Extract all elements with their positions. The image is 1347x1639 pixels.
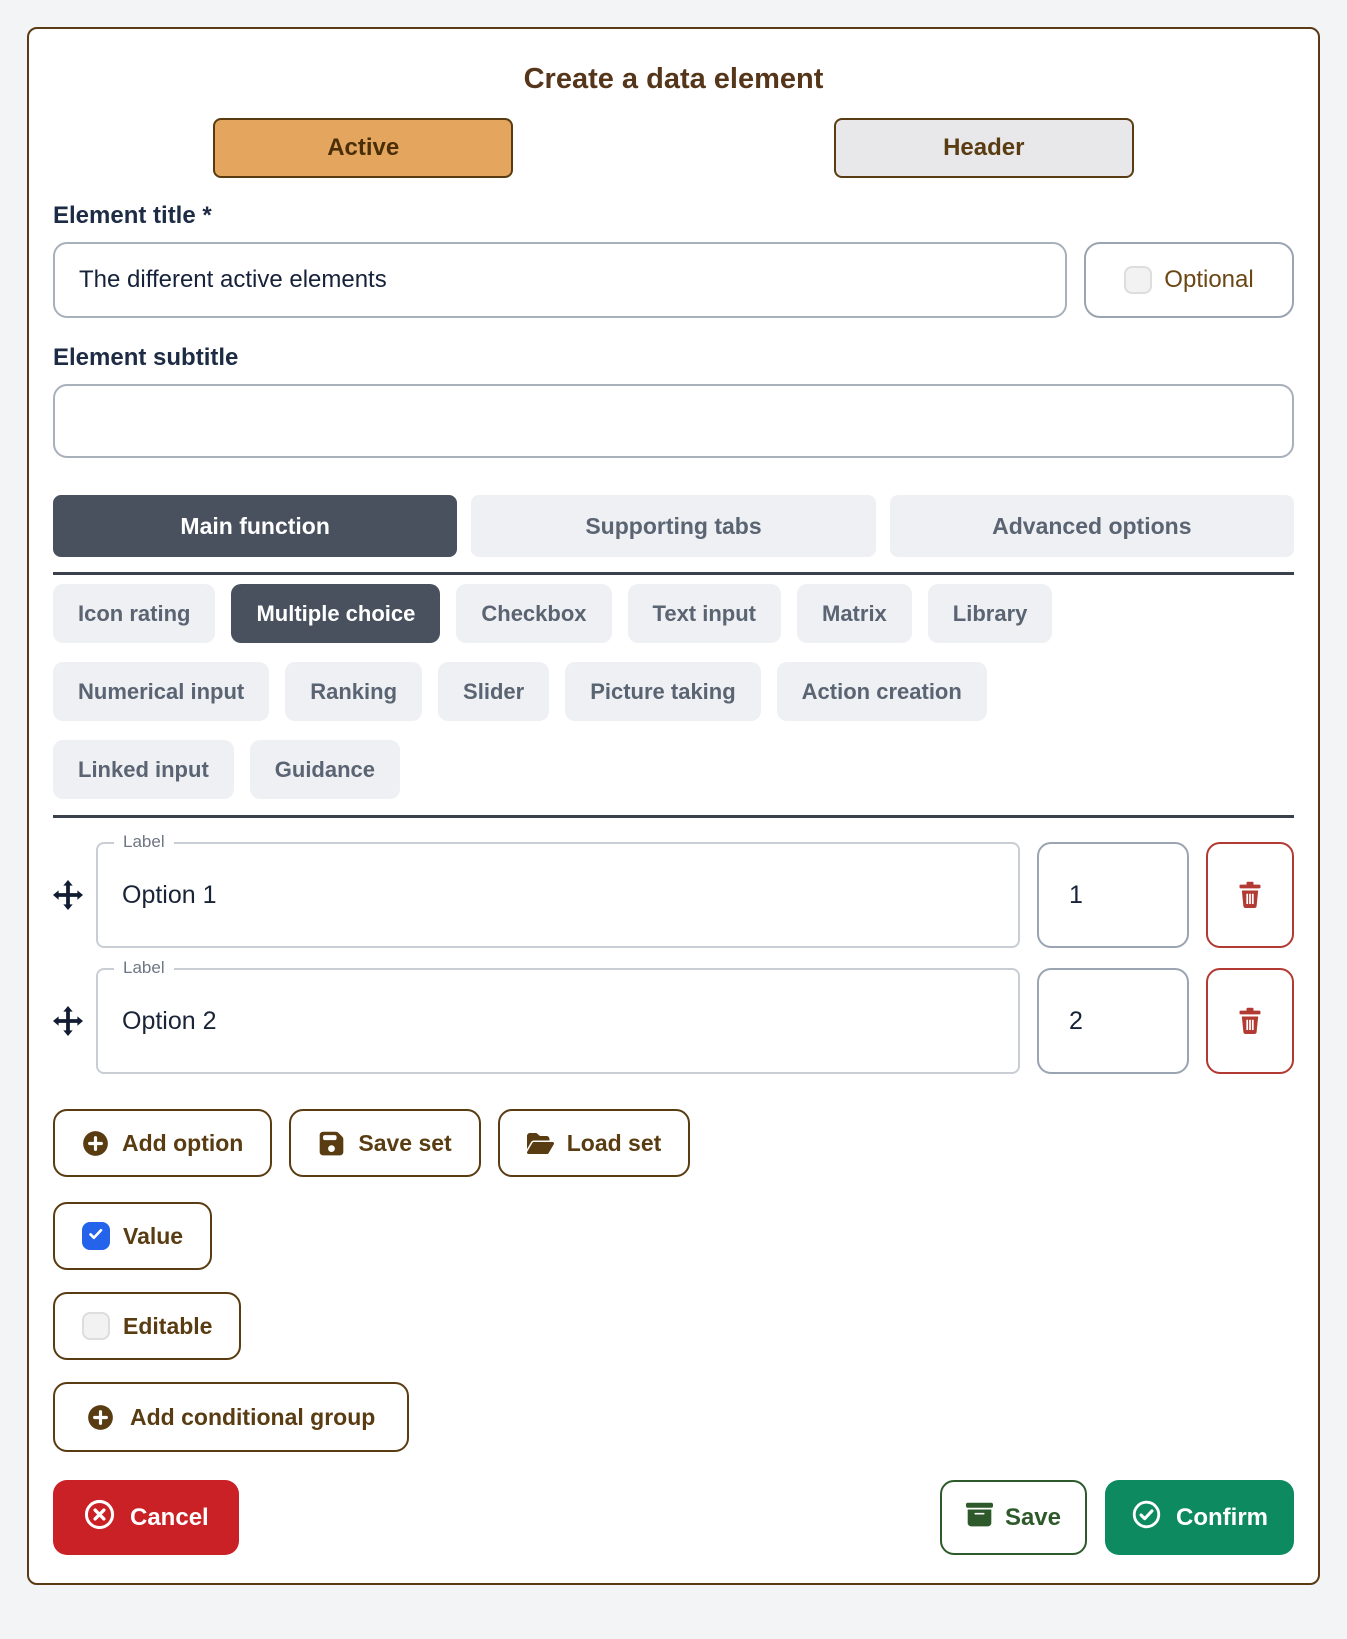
optional-checkbox[interactable]: [1124, 266, 1152, 294]
chip-linked-input[interactable]: Linked input: [53, 740, 234, 799]
cancel-button[interactable]: Cancel: [53, 1480, 239, 1555]
value-toggle-row: Value: [53, 1202, 1294, 1270]
value-toggle[interactable]: Value: [53, 1202, 212, 1270]
add-option-label: Add option: [122, 1130, 243, 1157]
chip-multiple-choice[interactable]: Multiple choice: [231, 584, 440, 643]
element-title-label: Element title *: [53, 202, 1294, 230]
check-icon: [86, 1223, 106, 1250]
element-title-row: Optional: [53, 242, 1294, 318]
option-value-input[interactable]: [1037, 842, 1189, 948]
function-chips-row-1: Icon rating Multiple choice Checkbox Tex…: [53, 584, 1294, 643]
editable-toggle-row: Editable: [53, 1292, 1294, 1360]
option-row-2: Label: [53, 968, 1294, 1074]
load-set-label: Load set: [567, 1130, 662, 1157]
option-label-input[interactable]: [98, 970, 1018, 1072]
chip-numerical-input[interactable]: Numerical input: [53, 662, 269, 721]
element-title-input[interactable]: [53, 242, 1067, 318]
circle-x-icon: [83, 1498, 116, 1538]
create-data-element-dialog: Create a data element Active Header Elem…: [27, 27, 1320, 1585]
chip-guidance[interactable]: Guidance: [250, 740, 400, 799]
floppy-disk-icon: [318, 1130, 345, 1157]
option-label-fieldset: Label: [96, 842, 1020, 948]
chip-action-creation[interactable]: Action creation: [777, 662, 987, 721]
option-label-legend: Label: [114, 832, 174, 852]
add-conditional-group-label: Add conditional group: [130, 1404, 375, 1431]
chip-text-input[interactable]: Text input: [628, 584, 781, 643]
option-label-input[interactable]: [98, 844, 1018, 946]
editable-checkbox[interactable]: [82, 1312, 110, 1340]
confirm-label: Confirm: [1176, 1504, 1268, 1532]
tab-bar: Main function Supporting tabs Advanced o…: [53, 495, 1294, 557]
box-archive-icon: [966, 1501, 993, 1535]
plus-circle-icon: [87, 1404, 114, 1431]
save-set-label: Save set: [358, 1130, 451, 1157]
chip-checkbox[interactable]: Checkbox: [456, 584, 611, 643]
element-type-toggle-row: Active Header: [53, 118, 1294, 178]
cancel-label: Cancel: [130, 1504, 209, 1532]
value-label: Value: [123, 1223, 183, 1250]
load-set-button[interactable]: Load set: [498, 1109, 691, 1177]
option-actions-row: Add option Save set Load set: [53, 1109, 1294, 1177]
plus-circle-icon: [82, 1130, 109, 1157]
header-type-button[interactable]: Header: [834, 118, 1134, 178]
value-checkbox[interactable]: [82, 1222, 110, 1250]
chip-matrix[interactable]: Matrix: [797, 584, 912, 643]
active-type-button[interactable]: Active: [213, 118, 513, 178]
save-set-button[interactable]: Save set: [289, 1109, 480, 1177]
save-button[interactable]: Save: [940, 1480, 1087, 1555]
chip-icon-rating[interactable]: Icon rating: [53, 584, 215, 643]
dialog-footer: Cancel Save Confirm: [53, 1480, 1294, 1555]
add-conditional-group-button[interactable]: Add conditional group: [53, 1382, 409, 1452]
conditional-group-row: Add conditional group: [53, 1382, 1294, 1452]
chip-picture-taking[interactable]: Picture taking: [565, 662, 760, 721]
delete-option-button[interactable]: [1206, 968, 1294, 1074]
chip-ranking[interactable]: Ranking: [285, 662, 422, 721]
tab-advanced-options[interactable]: Advanced options: [890, 495, 1294, 557]
circle-check-icon: [1131, 1499, 1162, 1537]
move-icon[interactable]: [53, 880, 83, 910]
tab-supporting-tabs[interactable]: Supporting tabs: [471, 495, 875, 557]
trash-icon: [1236, 880, 1264, 911]
function-chips-row-3: Linked input Guidance: [53, 740, 1294, 799]
folder-open-icon: [527, 1130, 554, 1157]
chip-library[interactable]: Library: [928, 584, 1053, 643]
element-subtitle-input[interactable]: [53, 384, 1294, 458]
editable-toggle[interactable]: Editable: [53, 1292, 241, 1360]
option-label-fieldset: Label: [96, 968, 1020, 1074]
divider: [53, 572, 1294, 575]
divider: [53, 815, 1294, 818]
add-option-button[interactable]: Add option: [53, 1109, 272, 1177]
trash-icon: [1236, 1006, 1264, 1037]
function-chips-row-2: Numerical input Ranking Slider Picture t…: [53, 662, 1294, 721]
chip-slider[interactable]: Slider: [438, 662, 549, 721]
option-row-1: Label: [53, 842, 1294, 948]
save-label: Save: [1005, 1504, 1061, 1532]
optional-label: Optional: [1164, 266, 1253, 294]
option-label-legend: Label: [114, 958, 174, 978]
tab-main-function[interactable]: Main function: [53, 495, 457, 557]
option-value-input[interactable]: [1037, 968, 1189, 1074]
element-subtitle-label: Element subtitle: [53, 344, 1294, 372]
dialog-title: Create a data element: [53, 63, 1294, 96]
editable-label: Editable: [123, 1313, 212, 1340]
confirm-button[interactable]: Confirm: [1105, 1480, 1294, 1555]
delete-option-button[interactable]: [1206, 842, 1294, 948]
optional-toggle[interactable]: Optional: [1084, 242, 1294, 318]
move-icon[interactable]: [53, 1006, 83, 1036]
